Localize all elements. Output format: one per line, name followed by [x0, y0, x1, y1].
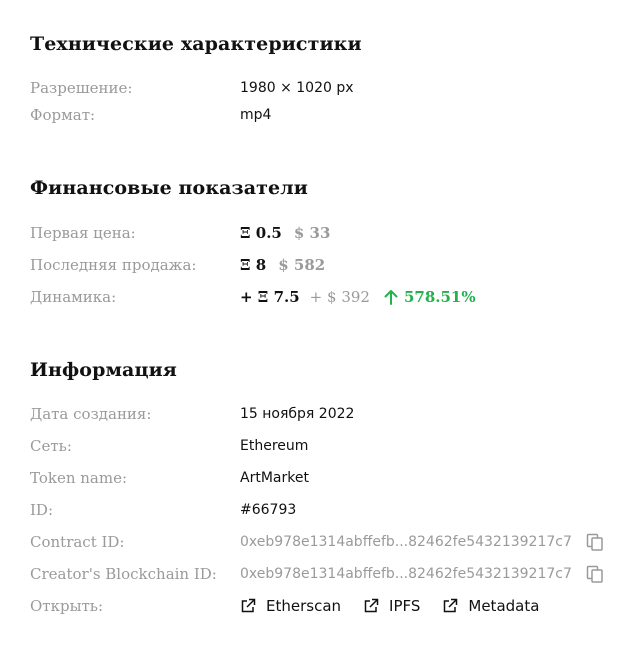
- etherscan-link-label: Etherscan: [266, 597, 342, 615]
- format-value: mp4: [240, 107, 272, 123]
- open-row: Открыть: Etherscan IPFS Metadata: [30, 595, 610, 617]
- resolution-label: Разрешение:: [30, 79, 133, 97]
- external-link-icon: [444, 598, 458, 613]
- last-sale-label: Последняя продажа:: [30, 256, 197, 274]
- copy-icon[interactable]: [586, 565, 604, 583]
- first-price-eth: Ξ 0.5: [240, 224, 282, 242]
- tech-section-title: Технические характеристики: [30, 33, 362, 55]
- first-price-label: Первая цена:: [30, 224, 136, 242]
- dynamics-row: Динамика: + Ξ 7.5 + $ 392 578.51%: [30, 286, 610, 308]
- creator-row: Creator's Blockchain ID: 0xeb978e1314abf…: [30, 563, 610, 585]
- network-value: Ethereum: [240, 438, 309, 454]
- dynamics-label: Динамика:: [30, 288, 117, 306]
- created-label: Дата создания:: [30, 405, 152, 423]
- external-link-icon: [364, 598, 379, 613]
- last-sale-usd: $ 582: [278, 256, 326, 274]
- open-label: Открыть:: [30, 597, 104, 615]
- dynamics-usd: + $ 392: [309, 288, 370, 306]
- format-row: Формат: mp4: [30, 104, 610, 126]
- arrow-up-icon: [384, 290, 398, 305]
- info-section-title: Информация: [30, 359, 177, 381]
- first-price-usd: $ 33: [293, 224, 331, 242]
- format-label: Формат:: [30, 106, 96, 124]
- created-row: Дата создания: 15 ноября 2022: [30, 403, 610, 425]
- metadata-link[interactable]: Metadata: [442, 597, 539, 615]
- metadata-link-label: Metadata: [468, 597, 540, 615]
- etherscan-link[interactable]: Etherscan: [240, 597, 341, 615]
- first-price-row: Первая цена: Ξ 0.5 $ 33: [30, 222, 610, 244]
- ipfs-link[interactable]: IPFS: [363, 597, 420, 615]
- id-row: ID: #66793: [30, 499, 610, 521]
- contract-id-value: 0xeb978e1314abffefb...82462fe5432139217c…: [240, 534, 572, 550]
- network-label: Сеть:: [30, 437, 72, 455]
- id-value: #66793: [240, 502, 297, 518]
- finance-section-title: Финансовые показатели: [30, 177, 308, 199]
- external-link-icon: [241, 598, 256, 613]
- created-value: 15 ноября 2022: [240, 406, 355, 422]
- creator-label: Creator's Blockchain ID:: [30, 565, 217, 583]
- resolution-row: Разрешение: 1980 × 1020 px: [30, 77, 610, 99]
- token-name-value: ArtMarket: [240, 470, 309, 486]
- contract-row: Contract ID: 0xeb978e1314abffefb...82462…: [30, 531, 610, 553]
- network-row: Сеть: Ethereum: [30, 435, 610, 457]
- dynamics-eth: + Ξ 7.5: [240, 288, 300, 306]
- token-name-label: Token name:: [30, 469, 128, 487]
- id-label: ID:: [30, 501, 54, 519]
- resolution-value: 1980 × 1020 px: [240, 80, 354, 96]
- contract-label: Contract ID:: [30, 533, 125, 551]
- ipfs-link-label: IPFS: [389, 597, 421, 615]
- copy-icon[interactable]: [586, 533, 604, 551]
- token-name-row: Token name: ArtMarket: [30, 467, 610, 489]
- dynamics-percent: 578.51%: [403, 288, 476, 306]
- creator-id-value: 0xeb978e1314abffefb...82462fe5432139217c…: [240, 566, 572, 582]
- last-sale-row: Последняя продажа: Ξ 8 $ 582: [30, 254, 610, 276]
- last-sale-eth: Ξ 8: [240, 256, 267, 274]
